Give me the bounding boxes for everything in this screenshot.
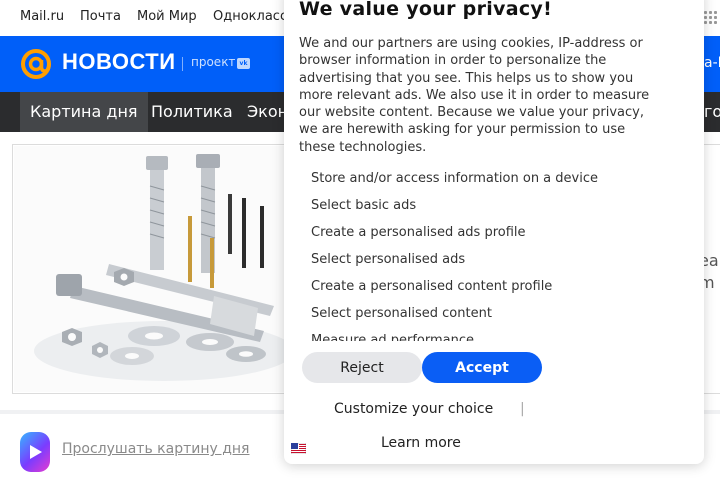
- header-right-text[interactable]: а-Б: [704, 55, 720, 71]
- bolts-and-screws-image[interactable]: [14, 146, 294, 392]
- play-icon[interactable]: [20, 432, 50, 472]
- listen-link[interactable]: Прослушать картину дня: [62, 441, 249, 457]
- consent-purposes-list[interactable]: Store and/or access information on a dev…: [284, 169, 704, 341]
- apps-grid-icon[interactable]: [704, 11, 718, 25]
- topbar-link-mailru[interactable]: Mail.ru: [20, 9, 64, 24]
- reject-button[interactable]: Reject: [302, 352, 422, 383]
- vk-badge-icon: vk: [237, 58, 250, 69]
- consent-description: We and our partners are using cookies, I…: [299, 36, 650, 155]
- purpose-item[interactable]: Store and/or access information on a dev…: [311, 171, 598, 186]
- accept-button[interactable]: Accept: [422, 352, 542, 383]
- consent-title: We value your privacy!: [299, 0, 553, 20]
- project-label: проект: [191, 55, 236, 69]
- privacy-consent-dialog: We value your privacy! We and our partne…: [284, 0, 704, 464]
- link-separator: |: [520, 401, 525, 417]
- purpose-item[interactable]: Select basic ads: [311, 198, 416, 213]
- purpose-item[interactable]: Select personalised content: [311, 306, 492, 321]
- customize-choice-link[interactable]: Customize your choice: [334, 401, 493, 417]
- nav-item-politika[interactable]: Политика: [141, 92, 243, 132]
- language-flag-icon[interactable]: [291, 443, 306, 454]
- topbar-link-moimir[interactable]: Мой Мир: [137, 9, 197, 24]
- purpose-item[interactable]: Measure ad performance: [311, 333, 474, 341]
- logo-divider: [182, 57, 183, 71]
- purpose-item[interactable]: Create a personalised ads profile: [311, 225, 526, 240]
- site-logo-text[interactable]: НОВОСТИ: [62, 49, 176, 75]
- topbar-link-mail[interactable]: Почта: [80, 9, 121, 24]
- purpose-item[interactable]: Create a personalised content profile: [311, 279, 552, 294]
- purpose-item[interactable]: Select personalised ads: [311, 252, 465, 267]
- at-sign-logo-icon[interactable]: [20, 48, 52, 80]
- learn-more-link[interactable]: Learn more: [381, 435, 461, 451]
- nav-item-kartina-dnya[interactable]: Картина дня: [20, 92, 148, 132]
